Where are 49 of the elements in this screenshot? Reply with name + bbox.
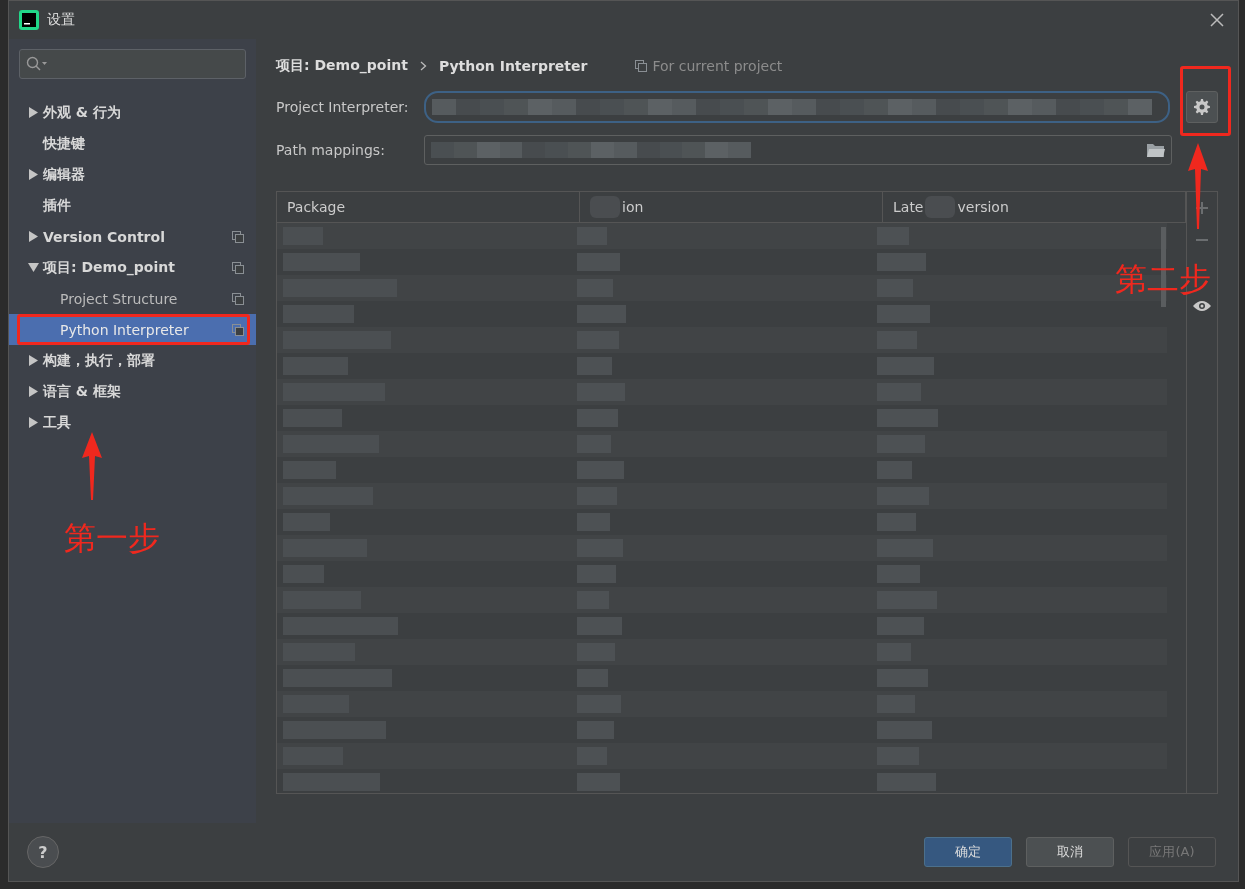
caret-right-icon[interactable]	[27, 417, 39, 428]
caret-right-icon[interactable]	[27, 231, 39, 242]
annotation-label: 第二步	[1115, 263, 1211, 295]
tree-item[interactable]: 构建，执行，部署	[9, 345, 256, 376]
tree-item[interactable]: 语言 & 框架	[9, 376, 256, 407]
annotation-arrow	[82, 432, 102, 500]
caret-right-icon[interactable]	[27, 355, 39, 366]
tree-item[interactable]: 快捷键	[9, 128, 256, 159]
tree-item[interactable]: 插件	[9, 190, 256, 221]
eye-icon[interactable]	[1193, 300, 1211, 312]
close-icon	[1210, 13, 1224, 27]
tree-item[interactable]: 外观 & 行为	[9, 97, 256, 128]
settings-button[interactable]	[1186, 90, 1218, 123]
tree-item[interactable]: 工具	[9, 407, 256, 438]
highlight-frame	[1180, 66, 1231, 136]
dialog-button[interactable]: 确定	[924, 837, 1012, 867]
field-label: Path mappings:	[276, 141, 386, 158]
copy-icon	[232, 261, 244, 274]
column-header: Package	[287, 199, 346, 215]
search-field[interactable]	[19, 49, 246, 79]
breadcrumb-item: 项目: Demo_point	[276, 57, 408, 75]
copy-icon	[635, 60, 648, 72]
help-button[interactable]: ?	[27, 836, 59, 868]
breadcrumb-item: Python Interpreter	[438, 58, 588, 74]
caret-right-icon[interactable]	[27, 169, 39, 180]
scope-label: For current project	[652, 58, 783, 74]
tree-item[interactable]: 项目: Demo_point	[9, 252, 256, 283]
path-field[interactable]	[424, 134, 1172, 165]
field-label: Project Interpreter:	[276, 98, 410, 115]
chevron-right-icon	[419, 61, 427, 71]
column-header: ion	[622, 199, 644, 215]
column-header: Late	[893, 199, 924, 215]
settings-icon	[1194, 98, 1210, 115]
window-title: 设置	[47, 11, 76, 29]
search-icon	[26, 56, 48, 72]
copy-icon	[232, 230, 244, 243]
caret-right-icon[interactable]	[27, 107, 39, 118]
tree-item[interactable]: Version Control	[9, 221, 256, 252]
annotation-label: 第一步	[64, 522, 160, 554]
folder-icon[interactable]	[1147, 142, 1165, 157]
copy-icon	[232, 292, 244, 305]
tree-item[interactable]: 编辑器	[9, 159, 256, 190]
dialog-button[interactable]: 取消	[1026, 837, 1114, 867]
caret-down-icon[interactable]	[27, 262, 39, 273]
column-header: version	[957, 199, 1009, 215]
copy-icon	[232, 323, 244, 336]
caret-right-icon[interactable]	[27, 386, 39, 397]
tree-item[interactable]: Project Structure	[9, 283, 256, 314]
app-logo-icon	[19, 10, 39, 30]
